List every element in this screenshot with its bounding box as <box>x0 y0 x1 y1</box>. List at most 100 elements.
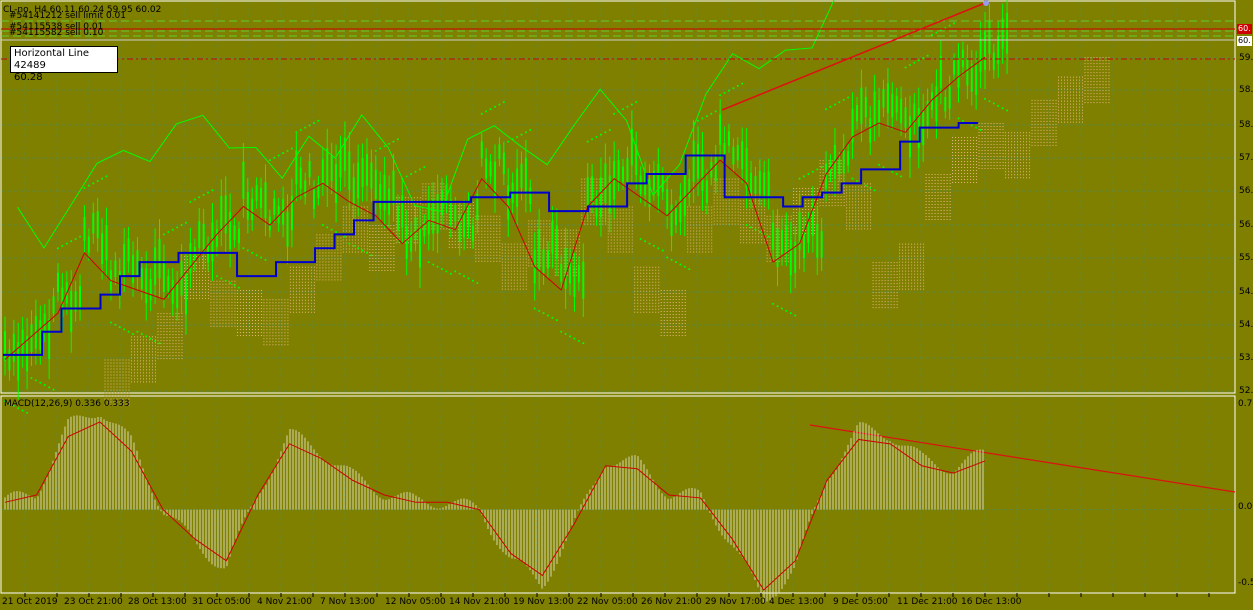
psar-dot <box>476 282 479 285</box>
candle-body <box>666 189 669 216</box>
psar-dot <box>745 224 748 227</box>
psar-dot <box>882 166 885 169</box>
candle-body <box>149 279 152 301</box>
time-axis-label: 4 Dec 13:00 <box>769 597 824 607</box>
bid-price-tag: 60. <box>1237 36 1252 46</box>
candle-body <box>679 196 682 223</box>
psar-dot <box>780 307 783 310</box>
macd-trendline[interactable] <box>809 424 1236 493</box>
psar-dot <box>449 272 452 275</box>
psar-dot <box>635 101 638 104</box>
candle-body <box>286 211 289 247</box>
candle-body <box>1001 18 1004 49</box>
candle-body <box>697 143 700 179</box>
price-axis-label: 56. <box>1239 220 1253 230</box>
psar-dot <box>750 226 753 229</box>
psar-dot <box>908 64 911 67</box>
psar-dot <box>273 156 276 159</box>
candle-body <box>176 283 179 309</box>
candle-body <box>308 161 311 178</box>
candle-body <box>727 131 730 146</box>
psar-dot <box>277 154 280 157</box>
psar-dot <box>577 339 580 342</box>
candle-body <box>321 159 324 184</box>
candle-body <box>304 180 307 197</box>
psar-dot <box>542 312 545 315</box>
candle-body <box>626 158 629 183</box>
psar-dot <box>26 411 29 414</box>
macd-title: MACD(12,26,9) 0.336 0.333 <box>4 399 130 409</box>
psar-dot <box>304 126 307 129</box>
candle-body <box>467 203 470 227</box>
chart-canvas[interactable] <box>0 0 1253 610</box>
psar-dot <box>427 261 430 264</box>
psar-dot <box>282 152 285 155</box>
psar-dot <box>286 149 289 152</box>
psar-dot <box>229 282 232 285</box>
candle-body <box>273 198 276 215</box>
price-axis-label: 59. <box>1239 53 1253 63</box>
candle-body <box>220 196 223 230</box>
psar-dot <box>264 258 267 261</box>
candle-body <box>520 163 523 189</box>
candle-body <box>361 158 364 188</box>
candle-body <box>87 236 90 253</box>
psar-dot <box>246 249 249 252</box>
psar-dot <box>564 333 567 336</box>
psar-dot <box>158 342 161 345</box>
psar-dot <box>970 124 973 127</box>
candle-body <box>573 267 576 297</box>
candle-body <box>719 114 722 145</box>
candle-body <box>158 238 161 279</box>
candle-body <box>944 96 947 112</box>
psar-dot <box>736 84 739 87</box>
candle-body <box>939 56 942 89</box>
psar-dot <box>741 82 744 85</box>
psar-dot <box>984 97 986 100</box>
psar-dot <box>913 61 916 64</box>
trendline-anchor[interactable] <box>983 0 989 6</box>
psar-dot <box>30 377 33 380</box>
candle-body <box>878 100 881 125</box>
candle-body <box>184 273 187 315</box>
psar-dot <box>869 186 872 189</box>
psar-dot <box>207 191 210 194</box>
psar-dot <box>361 249 364 252</box>
psar-dot <box>754 228 757 231</box>
psar-dot <box>109 321 112 324</box>
psar-dot <box>829 105 832 108</box>
psar-dot <box>295 131 298 134</box>
psar-dot <box>211 189 214 192</box>
psar-dot <box>661 249 664 252</box>
candle-body <box>171 279 174 304</box>
psar-dot <box>727 89 730 92</box>
price-axis-label: 58. <box>1239 85 1253 95</box>
psar-dot <box>167 231 170 234</box>
psar-dot <box>705 115 708 118</box>
candle-body <box>326 148 329 188</box>
candle-body <box>900 98 903 124</box>
price-axis-label: 53. <box>1239 353 1253 363</box>
psar-dot <box>348 242 351 245</box>
psar-dot <box>308 124 311 127</box>
candle-body <box>546 250 549 269</box>
candle-body <box>895 96 898 113</box>
psar-dot <box>524 131 527 134</box>
psar-dot <box>679 263 682 266</box>
candle-body <box>705 180 708 204</box>
candle-body <box>330 155 333 182</box>
psar-dot <box>904 66 907 69</box>
candle-body <box>348 151 351 190</box>
candle-body <box>471 225 474 242</box>
psar-dot <box>701 117 704 120</box>
psar-dot <box>396 138 399 141</box>
candle-body <box>79 285 82 310</box>
candle-body <box>136 250 139 277</box>
psar-dot <box>96 179 99 182</box>
candle-body <box>498 144 501 160</box>
psar-dot <box>988 100 991 103</box>
candle-body <box>714 157 717 182</box>
candle-body <box>374 169 377 200</box>
psar-dot <box>352 244 355 247</box>
candle-body <box>683 175 686 216</box>
